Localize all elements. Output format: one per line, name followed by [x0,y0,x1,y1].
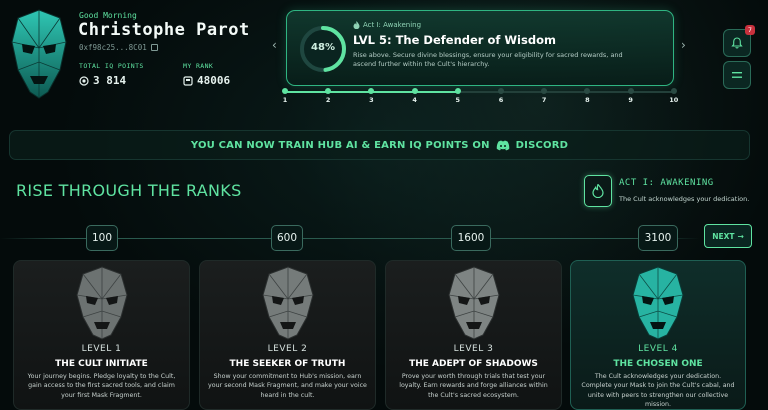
step-number: 9 [628,96,633,104]
level-step: 3 [361,88,381,104]
copy-icon[interactable] [150,44,158,51]
level-step: 5 [448,88,468,104]
act-label-text: Act I: Awakening [363,21,422,29]
flame-icon [592,184,604,198]
rank-name: THE SEEKER OF TRUTH [229,359,346,369]
level-step: 6 [491,88,511,104]
username: Christophe Parot [78,20,250,40]
step-number: 8 [585,96,590,104]
chevron-right-icon[interactable]: › [681,38,686,52]
level-step: 4 [405,88,425,104]
progress-percent: 48% [311,42,335,53]
bell-icon [731,37,743,49]
act-badge [584,175,612,207]
rank-name: THE CHOSEN ONE [613,359,703,369]
flame-icon [353,21,360,29]
rank-card[interactable]: LEVEL 1 THE CULT INITIATE Your journey b… [13,260,190,410]
rank-name: THE CULT INITIATE [55,359,148,369]
threshold-badge: 100 [86,225,118,251]
level-title: LVL 5: The Defender of Wisdom [353,33,556,47]
notification-badge: 7 [744,25,755,35]
step-dot [670,88,677,94]
level-step: 8 [577,88,597,104]
step-number: 4 [412,96,417,104]
iq-coin-icon [79,75,89,86]
rank-level: LEVEL 4 [638,344,678,354]
iq-points-value: 3 814 [93,74,127,87]
rank-card[interactable]: LEVEL 2 THE SEEKER OF TRUTH Show your co… [199,260,376,410]
ranks-title: RISE THROUGH THE RANKS [16,181,242,200]
menu-button[interactable] [723,61,751,89]
rank-card-active[interactable]: LEVEL 4 THE CHOSEN ONE The Cult acknowle… [570,260,746,410]
level-step: 7 [534,88,554,104]
avatar-mask [11,9,67,99]
next-label: NEXT [712,231,735,241]
level-description: Rise above. Secure divine blessings, ens… [353,51,623,69]
level-step: 1 [275,88,295,104]
threshold-badge: 1600 [451,225,491,251]
step-dot [498,88,504,94]
step-number: 6 [498,96,504,104]
step-dot [454,88,461,94]
wallet-address[interactable]: 0xf98c25...8C01 [79,43,158,52]
rank-card[interactable]: LEVEL 3 THE ADEPT OF SHADOWS Prove your … [385,260,562,410]
next-button[interactable]: NEXT → [704,224,752,248]
rank-label: MY RANK [183,62,214,70]
step-dot [282,88,288,94]
notifications-button[interactable]: 7 [723,25,755,57]
step-number: 3 [369,96,374,104]
step-dot [368,88,375,94]
rank-level: LEVEL 3 [453,344,494,354]
threshold-badge: 600 [271,225,303,251]
act-label: Act I: Awakening [353,21,421,29]
rank-value: 48006 [197,74,231,87]
iq-points-label: TOTAL IQ POINTS [79,62,144,70]
step-dot [411,88,418,94]
banner-platform: DISCORD [515,139,569,151]
discord-banner[interactable]: YOU CAN NOW TRAIN HUB AI & EARN IQ POINT… [9,130,750,160]
step-dot [584,88,591,94]
rank-description: Show your commitment to Hub's mission, e… [208,373,367,399]
iq-points-stat: TOTAL IQ POINTS 3 814 [79,62,144,87]
banner-text: YOU CAN NOW TRAIN HUB AI & EARN IQ POINT… [190,139,490,151]
wallet-text: 0xf98c25...8C01 [79,43,147,52]
rank-description: The Cult acknowledges your dedication. C… [581,373,735,409]
step-number: 7 [541,96,547,104]
step-number: 10 [669,96,679,104]
rank-stat: MY RANK 48006 [183,62,230,87]
mask-icon [75,266,128,340]
current-level-card: 48% Act I: Awakening LVL 5: The Defender… [286,10,674,86]
arrow-right-icon: → [737,231,744,241]
greeting: Good Morning [79,11,137,20]
step-number: 1 [282,96,288,104]
step-dot [325,88,332,94]
threshold-badge: 3100 [638,225,678,251]
step-dot [627,88,634,94]
rank-name: THE ADEPT OF SHADOWS [409,359,538,369]
step-dot [541,88,548,94]
chevron-left-icon[interactable]: ‹ [272,38,277,52]
level-step: 9 [621,88,641,104]
step-number: 5 [455,96,461,104]
level-step: 2 [318,88,338,104]
menu-icon [732,72,742,78]
mask-icon [632,266,684,340]
step-number: 2 [325,96,331,104]
rank-description: Prove your worth through trials that tes… [399,373,548,399]
rank-level: LEVEL 1 [81,344,122,354]
rank-description: Your journey begins. Pledge loyalty to t… [27,373,176,399]
rank-icon [183,75,193,86]
rank-level: LEVEL 2 [267,344,308,354]
act-title: ACT I: AWAKENING [619,178,714,188]
discord-icon [496,140,509,150]
mask-icon [447,266,500,340]
mask-icon [261,266,314,340]
act-subtitle: The Cult acknowledges your dedication. [619,195,750,203]
level-step: 10 [664,88,684,104]
